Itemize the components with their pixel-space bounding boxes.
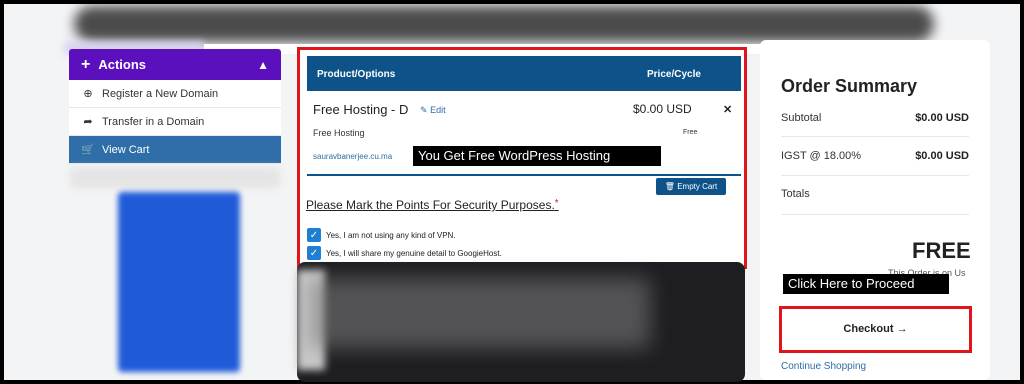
sidebar-item-view-cart[interactable]: 🛒 View Cart (69, 136, 281, 164)
divider (781, 136, 969, 137)
subtotal-row: Subtotal $0.00 USD (781, 112, 969, 124)
sidebar: + Actions ▲ ⊕ Register a New Domain ➦ Tr… (69, 49, 281, 164)
trash-icon: 🗑 (664, 182, 675, 191)
actions-header[interactable]: + Actions ▲ (69, 49, 281, 80)
blurred-promo-text (310, 278, 650, 348)
product-name: Free Hosting - D (313, 102, 409, 117)
checkout-highlight: Checkout → (779, 306, 972, 353)
product-subtitle: Free Hosting (313, 128, 365, 138)
total-value: FREE (912, 238, 971, 263)
domain-link[interactable]: sauravbanerjee.cu.ma (313, 152, 392, 161)
cart-divider (307, 174, 741, 176)
sidebar-item-label: Transfer in a Domain (102, 115, 205, 128)
proceed-callout: Click Here to Proceed (783, 274, 949, 294)
share-arrow-icon: ➦ (83, 116, 93, 128)
globe-icon: ⊕ (83, 88, 93, 100)
continue-shopping-link[interactable]: Continue Shopping (781, 361, 866, 372)
edit-label: Edit (430, 105, 446, 115)
checkbox-label: Yes, I am not using any kind of VPN. (326, 230, 456, 240)
chevron-up-icon[interactable]: ▲ (257, 58, 269, 72)
subtotal-value: $0.00 USD (915, 112, 969, 124)
checkout-button[interactable]: Checkout → (786, 315, 965, 343)
actions-label: Actions (98, 57, 147, 72)
remove-item-icon[interactable]: ✕ (723, 103, 732, 116)
divider (781, 175, 969, 176)
checkbox-checked[interactable]: ✓ (307, 228, 321, 242)
checkbox-checked[interactable]: ✓ (307, 246, 321, 260)
tax-label: IGST @ 18.00% (781, 150, 862, 162)
tax-value: $0.00 USD (915, 150, 969, 162)
pencil-icon: ✎ (420, 105, 428, 115)
empty-cart-button[interactable]: 🗑 Empty Cart (656, 178, 726, 195)
totals-label: Totals (781, 188, 810, 200)
genuine-detail-checkbox-row[interactable]: ✓ Yes, I will share my genuine detail to… (307, 246, 502, 260)
product-price: $0.00 USD (633, 102, 692, 116)
tax-row: IGST @ 18.00% $0.00 USD (781, 150, 969, 162)
blurred-header (74, 6, 934, 42)
subtotal-label: Subtotal (781, 112, 822, 124)
blurred-banner (118, 192, 240, 372)
column-header-price: Price/Cycle (647, 69, 701, 80)
blurred-sidebar-text (70, 168, 280, 188)
sidebar-item-label: View Cart (102, 143, 150, 156)
order-summary-title: Order Summary (781, 76, 918, 96)
plus-icon: + (81, 55, 91, 73)
cart-table-header: Product/Options Price/Cycle (307, 56, 741, 91)
security-heading: Please Mark the Points For Security Purp… (306, 198, 559, 212)
wordpress-callout: You Get Free WordPress Hosting (413, 146, 661, 166)
sidebar-item-transfer-domain[interactable]: ➦ Transfer in a Domain (69, 108, 281, 136)
security-heading-text: Please Mark the Points For Security Purp… (306, 198, 555, 212)
totals-row: Totals (781, 188, 969, 200)
vpn-checkbox-row[interactable]: ✓ Yes, I am not using any kind of VPN. (307, 228, 456, 242)
edit-link[interactable]: ✎ Edit (420, 105, 446, 116)
empty-cart-label: Empty Cart (677, 182, 718, 191)
sidebar-item-register-domain[interactable]: ⊕ Register a New Domain (69, 80, 281, 108)
cart-icon: 🛒 (81, 144, 95, 156)
sidebar-item-label: Register a New Domain (102, 87, 219, 100)
required-marker: * (554, 198, 559, 209)
divider (781, 214, 969, 215)
billing-cycle: Free (683, 129, 698, 136)
checkbox-label: Yes, I will share my genuine detail to G… (326, 248, 502, 258)
column-header-product: Product/Options (317, 69, 396, 80)
